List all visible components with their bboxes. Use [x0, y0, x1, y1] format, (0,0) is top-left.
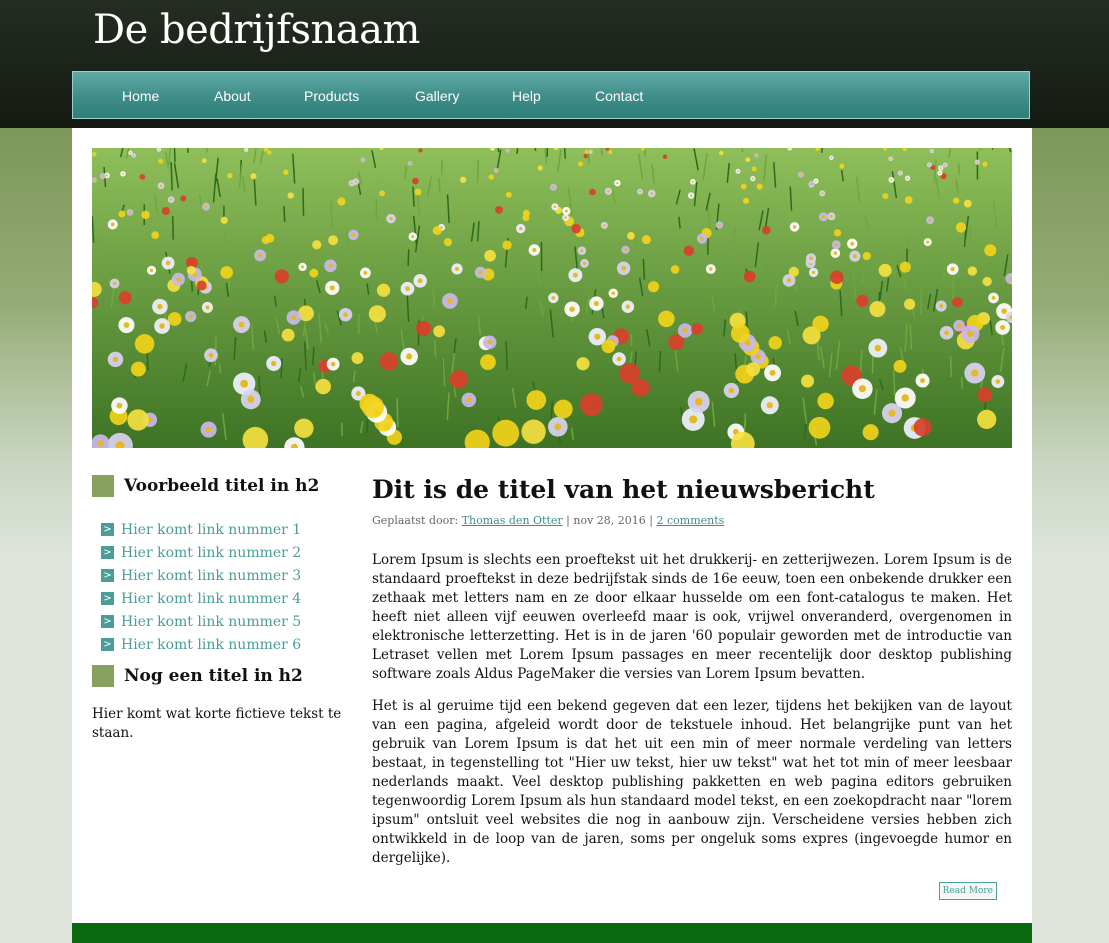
- list-item: > Hier komt link nummer 2: [92, 542, 352, 565]
- footer-bar: [72, 923, 1032, 943]
- list-item: > Hier komt link nummer 5: [92, 611, 352, 634]
- sidebar-link-5[interactable]: Hier komt link nummer 5: [121, 611, 301, 633]
- sidebar-heading-2-text: Nog een titel in h2: [124, 666, 303, 686]
- sidebar-link-4[interactable]: Hier komt link nummer 4: [121, 588, 301, 610]
- sidebar-text: Hier komt wat korte fictieve tekst te st…: [92, 706, 342, 741]
- nav-help[interactable]: Help: [512, 72, 541, 120]
- sidebar: Voorbeeld titel in h2 > Hier komt link nu…: [92, 473, 352, 743]
- arrow-bullet-icon: >: [101, 523, 114, 536]
- read-more-button[interactable]: Read More: [938, 882, 997, 900]
- arrow-bullet-icon: >: [101, 592, 114, 605]
- nav-products[interactable]: Products: [304, 72, 359, 120]
- article-title: Dit is de titel van het nieuwsbericht: [372, 475, 875, 504]
- heading-square-icon: [92, 475, 114, 497]
- list-item: > Hier komt link nummer 6: [92, 634, 352, 657]
- meta-separator: |: [566, 514, 570, 527]
- article-meta: Geplaatst door: Thomas den Otter | nov 2…: [372, 513, 1012, 529]
- content-area: Voorbeeld titel in h2 > Hier komt link nu…: [72, 128, 1032, 943]
- site-title: De bedrijfsnaam: [93, 7, 420, 53]
- nav-contact[interactable]: Contact: [595, 72, 643, 120]
- arrow-bullet-icon: >: [101, 615, 114, 628]
- meta-prefix: Geplaatst door:: [372, 514, 459, 527]
- news-article: Dit is de titel van het nieuwsbericht Ge…: [372, 473, 1012, 900]
- author-link[interactable]: Thomas den Otter: [462, 514, 563, 527]
- sidebar-link-1[interactable]: Hier komt link nummer 1: [121, 519, 301, 541]
- list-item: > Hier komt link nummer 1: [92, 519, 352, 542]
- comments-link[interactable]: 2 comments: [657, 514, 725, 527]
- meta-separator: |: [649, 514, 653, 527]
- sidebar-heading-1-text: Voorbeeld titel in h2: [124, 476, 320, 496]
- article-paragraph-1: Lorem Ipsum is slechts een proeftekst ui…: [372, 552, 1012, 682]
- list-item: > Hier komt link nummer 4: [92, 588, 352, 611]
- sidebar-heading-2: Nog een titel in h2: [92, 663, 352, 687]
- meadow-flowers: [92, 148, 1012, 448]
- arrow-bullet-icon: >: [101, 546, 114, 559]
- sidebar-link-2[interactable]: Hier komt link nummer 2: [121, 542, 301, 564]
- sidebar-heading-1: Voorbeeld titel in h2: [92, 473, 352, 497]
- heading-square-icon: [92, 665, 114, 687]
- arrow-bullet-icon: >: [101, 569, 114, 582]
- post-date: nov 28, 2016: [573, 514, 646, 527]
- sidebar-link-list: > Hier komt link nummer 1 > Hier komt link…: [92, 519, 352, 657]
- arrow-bullet-icon: >: [101, 638, 114, 651]
- nav-home[interactable]: Home: [122, 72, 159, 120]
- main-navigation: Home About Products Gallery Help Contact: [72, 71, 1030, 119]
- nav-about[interactable]: About: [214, 72, 251, 120]
- sidebar-link-3[interactable]: Hier komt link nummer 3: [121, 565, 301, 587]
- hero-image-wildflower-meadow: [92, 148, 1012, 448]
- article-paragraph-2: Het is al geruime tijd een bekend gegeve…: [372, 698, 1012, 866]
- sidebar-link-6[interactable]: Hier komt link nummer 6: [121, 634, 301, 656]
- list-item: > Hier komt link nummer 3: [92, 565, 352, 588]
- nav-gallery[interactable]: Gallery: [415, 72, 459, 120]
